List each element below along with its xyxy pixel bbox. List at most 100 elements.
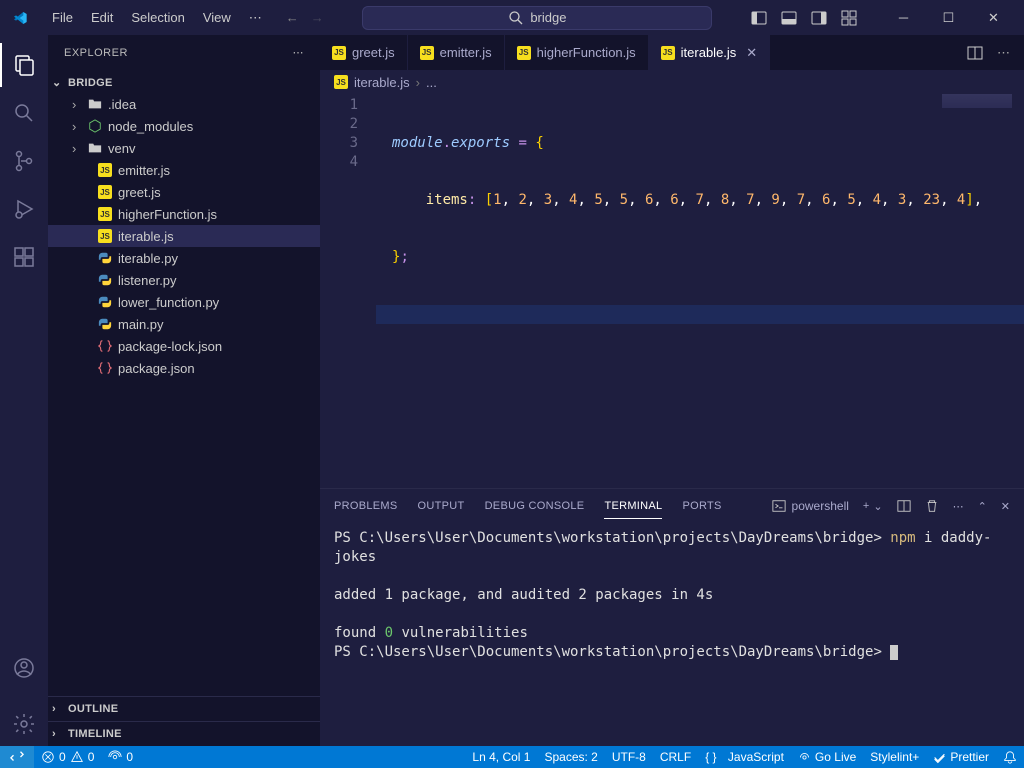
status-eol[interactable]: CRLF xyxy=(653,746,698,768)
status-cursor-position[interactable]: Ln 4, Col 1 xyxy=(465,746,537,768)
status-ports[interactable]: 0 xyxy=(101,746,140,768)
activity-accounts-icon[interactable] xyxy=(0,646,48,690)
activity-settings-icon[interactable] xyxy=(0,702,48,746)
tree-item-label: package-lock.json xyxy=(118,339,222,354)
file-tree-item[interactable]: JShigherFunction.js xyxy=(48,203,320,225)
customize-layout-icon[interactable] xyxy=(841,10,857,26)
chevron-right-icon: › xyxy=(52,728,66,740)
menu-bar: File Edit Selection View ⋯ xyxy=(44,6,270,30)
search-text: bridge xyxy=(530,10,566,25)
explorer-sidebar: EXPLORER ⋯ ⌄ BRIDGE ›.idea›node_modules›… xyxy=(48,35,320,746)
panel-tab-debug-console[interactable]: DEBUG CONSOLE xyxy=(485,494,585,518)
tree-item-label: emitter.js xyxy=(118,163,170,178)
menu-overflow-icon[interactable]: ⋯ xyxy=(241,6,270,30)
menu-selection[interactable]: Selection xyxy=(123,6,192,30)
folder-icon xyxy=(86,97,104,111)
activity-extensions-icon[interactable] xyxy=(0,235,48,279)
window-maximize-icon[interactable]: ☐ xyxy=(926,1,971,35)
layout-sidebar-right-icon[interactable] xyxy=(811,10,827,26)
layout-sidebar-left-icon[interactable] xyxy=(751,10,767,26)
file-tree-item[interactable]: package-lock.json xyxy=(48,335,320,357)
tab-label: higherFunction.js xyxy=(537,45,636,60)
file-tree-item[interactable]: JSgreet.js xyxy=(48,181,320,203)
file-tree-item[interactable]: package.json xyxy=(48,357,320,379)
panel-tab-terminal[interactable]: TERMINAL xyxy=(604,494,662,519)
nav-forward-icon[interactable]: → xyxy=(311,10,324,25)
tree-item-label: iterable.js xyxy=(118,229,174,244)
python-file-icon xyxy=(96,317,114,331)
status-stylelint[interactable]: Stylelint+ xyxy=(863,746,926,768)
folder-tree-item[interactable]: ›node_modules xyxy=(48,115,320,137)
terminal-shell-selector[interactable]: powershell xyxy=(772,499,849,513)
activity-explorer-icon[interactable] xyxy=(0,43,48,87)
panel-tab-ports[interactable]: PORTS xyxy=(682,494,721,518)
js-file-icon: JS xyxy=(96,163,114,177)
breadcrumb[interactable]: JS iterable.js › ... xyxy=(320,70,1024,94)
activity-run-debug-icon[interactable] xyxy=(0,187,48,231)
terminal-kill-icon[interactable] xyxy=(925,499,939,513)
file-tree-item[interactable]: JS iterable.js xyxy=(48,225,320,247)
panel-close-icon[interactable]: ✕ xyxy=(1001,500,1010,513)
status-remote-icon[interactable] xyxy=(0,746,34,768)
tree-item-label: venv xyxy=(108,141,135,156)
tree-item-label: main.py xyxy=(118,317,164,332)
timeline-section-header[interactable]: › TIMELINE xyxy=(48,726,320,742)
js-file-icon: JS xyxy=(420,46,434,60)
status-errors[interactable]: 0 0 xyxy=(34,746,101,768)
tree-item-label: listener.py xyxy=(118,273,177,288)
activity-source-control-icon[interactable] xyxy=(0,139,48,183)
terminal-dropdown-icon[interactable]: ⌄ xyxy=(873,500,882,513)
explorer-more-icon[interactable]: ⋯ xyxy=(293,46,305,59)
folder-tree-item[interactable]: ›venv xyxy=(48,137,320,159)
status-encoding[interactable]: UTF-8 xyxy=(605,746,653,768)
tree-item-label: package.json xyxy=(118,361,195,376)
layout-panel-icon[interactable] xyxy=(781,10,797,26)
status-indentation[interactable]: Spaces: 2 xyxy=(537,746,604,768)
menu-file[interactable]: File xyxy=(44,6,81,30)
status-language[interactable]: { } JavaScript xyxy=(698,746,791,768)
status-prettier[interactable]: Prettier xyxy=(926,746,996,768)
outline-section-header[interactable]: › OUTLINE xyxy=(48,701,320,717)
file-tree-item[interactable]: main.py xyxy=(48,313,320,335)
editor-tab[interactable]: JSiterable.js✕ xyxy=(649,35,771,70)
terminal-split-icon[interactable] xyxy=(897,499,911,513)
panel-tab-output[interactable]: OUTPUT xyxy=(418,494,465,518)
editor-tab[interactable]: JSemitter.js xyxy=(408,35,505,70)
minimap[interactable] xyxy=(942,94,1012,108)
file-tree-item[interactable]: iterable.py xyxy=(48,247,320,269)
status-notifications-icon[interactable] xyxy=(996,746,1024,768)
terminal-cursor xyxy=(890,645,898,660)
tree-item-label: iterable.py xyxy=(118,251,178,266)
window-minimize-icon[interactable]: ─ xyxy=(881,1,926,35)
menu-view[interactable]: View xyxy=(195,6,239,30)
code-editor[interactable]: 1 2 3 4 module.exports = { items: [1, 2,… xyxy=(320,94,1024,488)
editor-tab[interactable]: JShigherFunction.js xyxy=(505,35,649,70)
file-tree-item[interactable]: listener.py xyxy=(48,269,320,291)
bottom-panel: PROBLEMS OUTPUT DEBUG CONSOLE TERMINAL P… xyxy=(320,488,1024,746)
window-close-icon[interactable]: ✕ xyxy=(971,1,1016,35)
nav-back-icon[interactable]: ← xyxy=(286,10,299,25)
terminal-content[interactable]: PS C:\Users\User\Documents\workstation\p… xyxy=(320,523,1024,746)
tab-label: iterable.js xyxy=(681,45,737,60)
editor-more-icon[interactable]: ⋯ xyxy=(997,45,1010,61)
file-tree: ›.idea›node_modules›venv JS emitter.js JSgr… xyxy=(48,91,320,381)
json-file-icon xyxy=(96,339,114,353)
panel-more-icon[interactable]: ⋯ xyxy=(953,500,964,513)
menu-edit[interactable]: Edit xyxy=(83,6,121,30)
editor-tab[interactable]: JSgreet.js xyxy=(320,35,408,70)
explorer-title: EXPLORER xyxy=(64,47,128,59)
panel-maximize-icon[interactable]: ⌃ xyxy=(978,500,987,513)
file-tree-item[interactable]: lower_function.py xyxy=(48,291,320,313)
tab-close-icon[interactable]: ✕ xyxy=(746,45,757,61)
split-editor-icon[interactable] xyxy=(967,45,983,61)
status-bar: 0 0 0 Ln 4, Col 1 Spaces: 2 UTF-8 CRLF {… xyxy=(0,746,1024,768)
folder-tree-item[interactable]: ›.idea xyxy=(48,93,320,115)
terminal-new-icon[interactable]: + xyxy=(863,500,869,512)
project-section-header[interactable]: ⌄ BRIDGE xyxy=(48,74,320,91)
command-center-search[interactable]: bridge xyxy=(362,6,712,30)
file-tree-item[interactable]: JS emitter.js xyxy=(48,159,320,181)
js-file-icon: JS xyxy=(96,229,114,243)
status-go-live[interactable]: Go Live xyxy=(791,746,863,768)
panel-tab-problems[interactable]: PROBLEMS xyxy=(334,494,398,518)
activity-search-icon[interactable] xyxy=(0,91,48,135)
